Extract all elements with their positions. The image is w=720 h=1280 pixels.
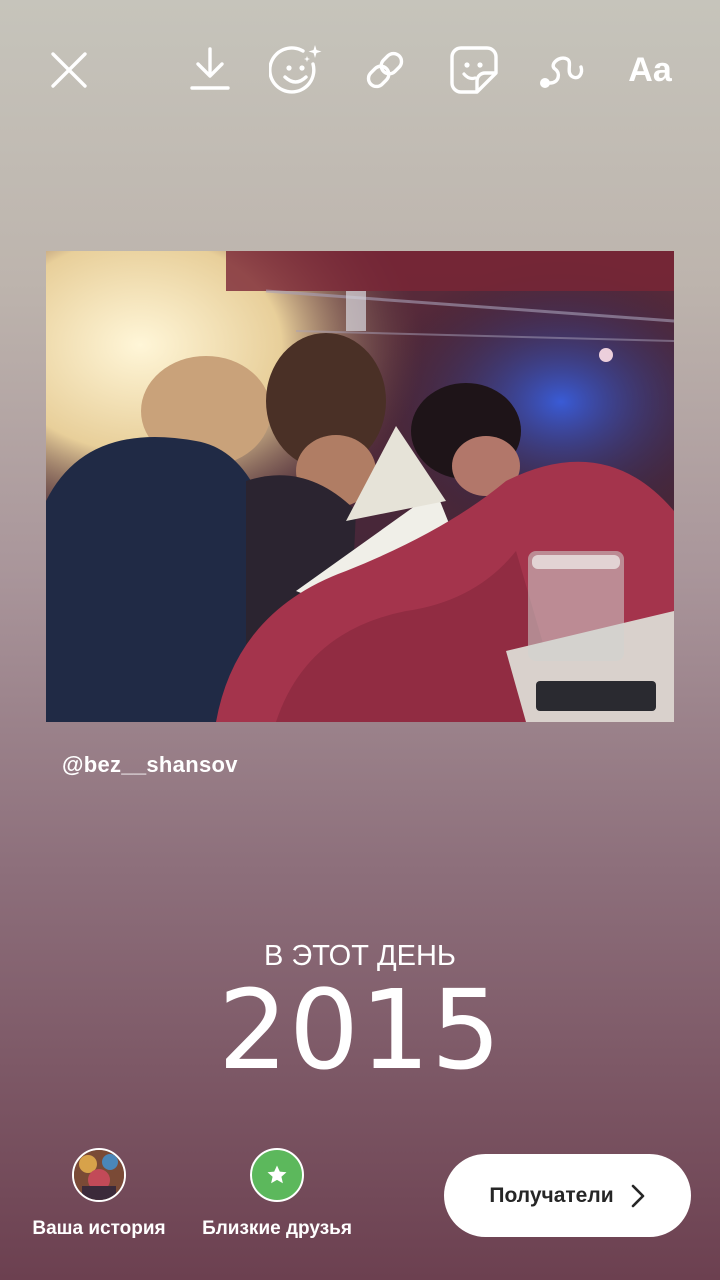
recipients-button[interactable]: Получатели (444, 1154, 691, 1237)
close-friends-badge (250, 1148, 304, 1202)
avatar (72, 1148, 126, 1202)
draw-button[interactable] (530, 38, 594, 102)
close-friends-label: Близкие друзья (202, 1218, 352, 1239)
face-effects-icon (269, 45, 322, 94)
text-tool-button[interactable]: Aa (618, 38, 682, 102)
recipients-label: Получатели (489, 1183, 614, 1207)
your-story-button[interactable]: Ваша история (28, 1148, 170, 1240)
sticker-icon (450, 46, 498, 94)
text-tool-label: Aa (628, 50, 672, 89)
sticker-button[interactable] (442, 38, 506, 102)
profile-avatar-image (74, 1150, 124, 1200)
close-friends-button[interactable]: Близкие друзья (196, 1148, 358, 1240)
star-icon (267, 1165, 287, 1184)
face-effects-button[interactable] (265, 38, 329, 102)
download-button[interactable] (178, 38, 242, 102)
link-button[interactable] (353, 38, 417, 102)
close-icon (51, 52, 87, 88)
story-editor-toolbar: Aa (0, 38, 720, 102)
memory-year: 2015 (218, 966, 502, 1094)
download-icon (190, 47, 230, 90)
photo-author-credit[interactable]: @bez__shansov (62, 752, 238, 778)
shared-post-photo[interactable] (46, 251, 674, 722)
close-button[interactable] (37, 38, 101, 102)
link-icon (366, 51, 404, 89)
draw-icon (540, 56, 584, 88)
your-story-label: Ваша история (32, 1218, 166, 1239)
memory-photo-image (46, 251, 674, 722)
chevron-right-icon (631, 1184, 644, 1207)
